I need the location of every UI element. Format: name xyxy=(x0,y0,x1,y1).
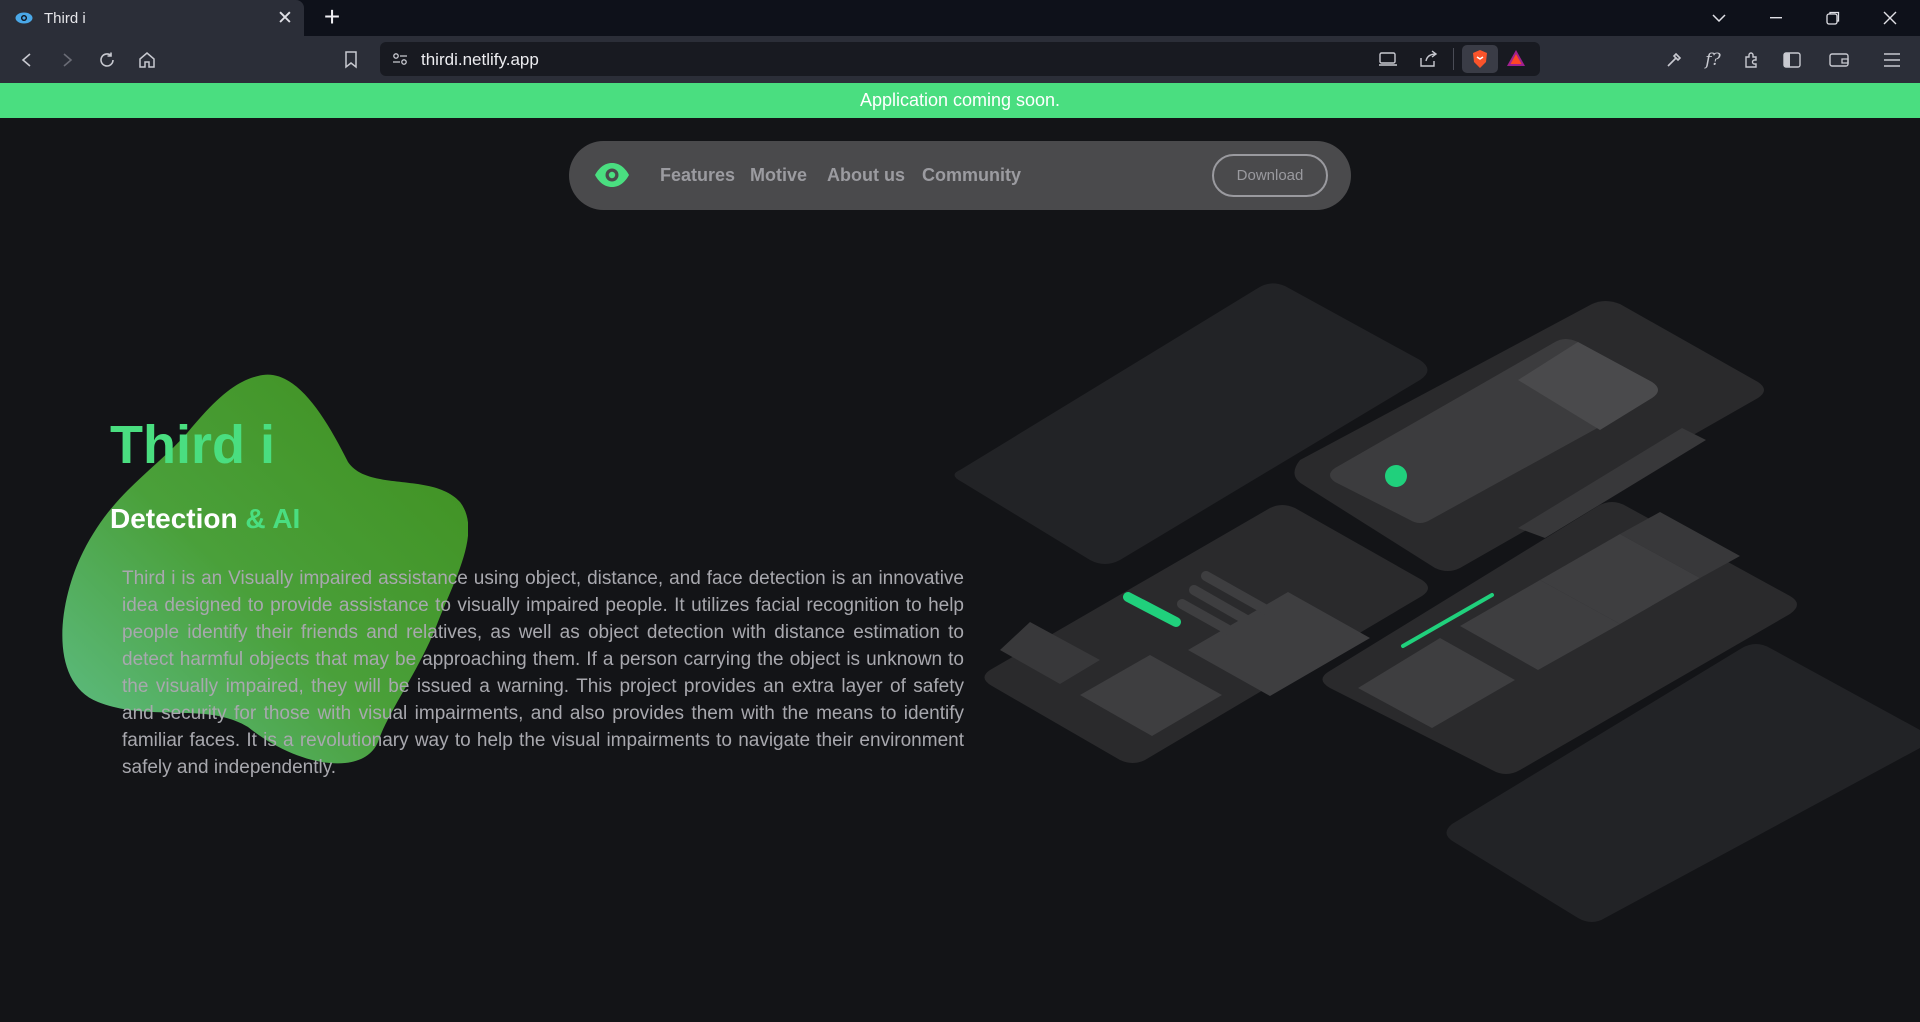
shields-icon[interactable] xyxy=(1462,45,1498,73)
browser-toolbar: thirdi.netlify.app f? xyxy=(0,36,1920,83)
navbar: Features Motive About us Community Downl… xyxy=(569,141,1351,210)
extensions-icon[interactable] xyxy=(1736,44,1768,76)
tab-search-icon[interactable] xyxy=(1691,0,1747,36)
rewards-icon[interactable] xyxy=(1506,49,1526,72)
hero-subtitle: Detection & AI xyxy=(110,503,300,535)
nav-link-features[interactable]: Features xyxy=(660,165,735,186)
wallet-icon[interactable] xyxy=(1823,44,1855,76)
minimize-button[interactable] xyxy=(1748,0,1804,36)
close-tab-icon[interactable]: ✕ xyxy=(274,7,296,29)
restore-button[interactable] xyxy=(1805,0,1861,36)
eyedropper-icon[interactable] xyxy=(1658,44,1690,76)
site-settings-icon[interactable] xyxy=(392,51,408,72)
address-bar[interactable]: thirdi.netlify.app xyxy=(380,42,1540,76)
browser-tab[interactable]: Third i ✕ xyxy=(0,0,304,36)
sidebar-icon[interactable] xyxy=(1776,44,1808,76)
close-window-button[interactable] xyxy=(1862,0,1918,36)
tab-title: Third i xyxy=(44,9,86,27)
nav-link-about-us[interactable]: About us xyxy=(827,165,905,186)
isometric-app-illustration xyxy=(954,283,1920,922)
cast-icon[interactable] xyxy=(1378,51,1398,72)
download-button[interactable]: Download xyxy=(1212,154,1328,197)
eye-icon xyxy=(14,8,34,28)
browser-tab-bar: Third i ✕ + xyxy=(0,0,1920,36)
forward-icon[interactable] xyxy=(51,44,83,76)
reload-icon[interactable] xyxy=(91,44,123,76)
menu-icon[interactable] xyxy=(1876,44,1908,76)
hero-subtitle-accent: & AI xyxy=(237,503,301,534)
eye-icon[interactable] xyxy=(594,161,630,194)
nav-link-community[interactable]: Community xyxy=(922,165,1021,186)
status-dot xyxy=(1385,465,1407,487)
back-icon[interactable] xyxy=(11,44,43,76)
hero-title: Third i xyxy=(110,415,275,475)
announcement-banner: Application coming soon. xyxy=(0,83,1920,118)
hero-description: Third i is an Visually impaired assistan… xyxy=(122,568,964,778)
font-finder-icon[interactable]: f? xyxy=(1697,44,1729,76)
url-divider xyxy=(1453,48,1454,70)
share-icon[interactable] xyxy=(1418,50,1438,73)
nav-link-motive[interactable]: Motive xyxy=(750,165,807,186)
new-tab-button[interactable]: + xyxy=(318,3,346,32)
url-text: thirdi.netlify.app xyxy=(421,50,539,69)
hero-subtitle-main: Detection xyxy=(110,503,238,534)
bookmark-icon[interactable] xyxy=(335,44,367,76)
home-icon[interactable] xyxy=(131,44,163,76)
